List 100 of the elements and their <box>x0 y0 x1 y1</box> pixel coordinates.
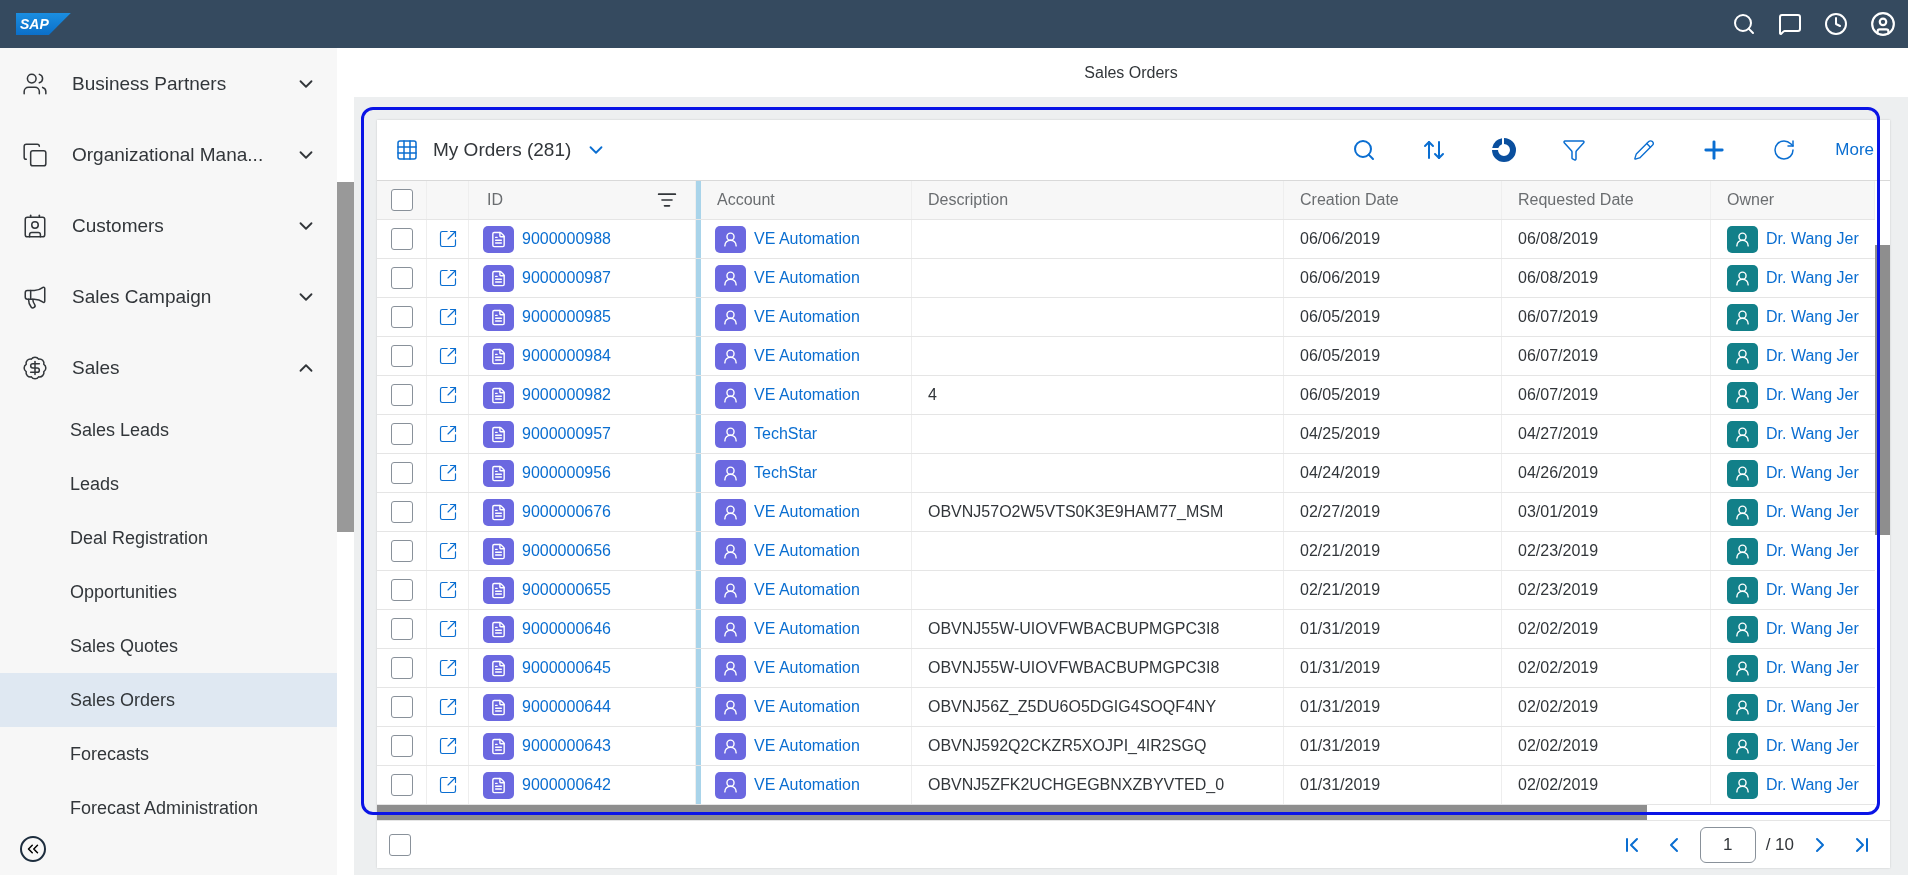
checkbox[interactable] <box>390 267 413 289</box>
checkbox[interactable] <box>390 345 413 367</box>
search-icon[interactable] <box>1352 138 1377 162</box>
owner-link[interactable]: Dr. Wang Jer <box>1766 698 1859 716</box>
owner-link[interactable]: Dr. Wang Jer <box>1766 425 1859 443</box>
owner-link[interactable]: Dr. Wang Jer <box>1766 737 1859 755</box>
column-header[interactable]: Account <box>717 191 775 209</box>
column-header[interactable]: Creation Date <box>1300 191 1399 209</box>
account-link[interactable]: TechStar <box>754 464 818 482</box>
account-link[interactable]: VE Automation <box>754 620 860 638</box>
order-id-link[interactable]: 9000000644 <box>522 698 611 716</box>
sidebar-subitem[interactable]: Leads <box>0 457 337 511</box>
account-link[interactable]: VE Automation <box>754 347 860 365</box>
owner-link[interactable]: Dr. Wang Jer <box>1766 620 1859 638</box>
open-icon[interactable] <box>437 658 458 678</box>
checkbox[interactable] <box>390 579 413 601</box>
order-id-link[interactable]: 9000000645 <box>522 659 611 677</box>
more-button[interactable]: More <box>1831 136 1878 164</box>
open-icon[interactable] <box>437 541 458 561</box>
owner-link[interactable]: Dr. Wang Jer <box>1766 230 1859 248</box>
sidebar-subitem[interactable]: Sales Leads <box>0 403 337 457</box>
order-id-link[interactable]: 9000000957 <box>522 425 611 443</box>
order-id-link[interactable]: 9000000985 <box>522 308 611 326</box>
open-icon[interactable] <box>437 697 458 717</box>
sidebar-item[interactable]: Business Partners <box>0 48 337 119</box>
order-id-link[interactable]: 9000000956 <box>522 464 611 482</box>
order-id-link[interactable]: 9000000643 <box>522 737 611 755</box>
owner-link[interactable]: Dr. Wang Jer <box>1766 386 1859 404</box>
account-link[interactable]: VE Automation <box>754 776 860 794</box>
order-id-link[interactable]: 9000000646 <box>522 620 611 638</box>
order-id-link[interactable]: 9000000656 <box>522 542 611 560</box>
sidebar-subitem[interactable]: Forecasts <box>0 727 337 781</box>
checkbox[interactable] <box>390 774 413 796</box>
account-link[interactable]: VE Automation <box>754 542 860 560</box>
refresh-icon[interactable] <box>1772 138 1797 162</box>
account-link[interactable]: VE Automation <box>754 581 860 599</box>
sidebar-subitem[interactable]: Sales Orders <box>0 673 337 727</box>
checkbox[interactable] <box>390 306 413 328</box>
user-icon[interactable] <box>1870 11 1896 37</box>
owner-link[interactable]: Dr. Wang Jer <box>1766 308 1859 326</box>
checkbox[interactable] <box>390 423 413 445</box>
owner-link[interactable]: Dr. Wang Jer <box>1766 542 1859 560</box>
checkbox[interactable] <box>390 696 413 718</box>
sidebar-subitem[interactable]: Forecast Administration <box>0 781 337 823</box>
account-link[interactable]: VE Automation <box>754 386 860 404</box>
open-icon[interactable] <box>437 502 458 522</box>
account-link[interactable]: VE Automation <box>754 698 860 716</box>
open-icon[interactable] <box>437 580 458 600</box>
account-link[interactable]: VE Automation <box>754 269 860 287</box>
checkbox[interactable] <box>390 501 413 523</box>
speech-bubble-icon[interactable] <box>1778 12 1802 36</box>
order-id-link[interactable]: 9000000982 <box>522 386 611 404</box>
owner-link[interactable]: Dr. Wang Jer <box>1766 464 1859 482</box>
checkbox[interactable] <box>390 540 413 562</box>
column-header[interactable]: Requested Date <box>1518 191 1634 209</box>
view-title[interactable]: My Orders (281) <box>433 139 572 161</box>
owner-link[interactable]: Dr. Wang Jer <box>1766 503 1859 521</box>
owner-link[interactable]: Dr. Wang Jer <box>1766 659 1859 677</box>
clock-icon[interactable] <box>1824 12 1848 36</box>
open-icon[interactable] <box>437 346 458 366</box>
scrollbar-thumb[interactable] <box>337 182 354 532</box>
order-id-link[interactable]: 9000000655 <box>522 581 611 599</box>
pencil-icon[interactable] <box>1633 139 1656 161</box>
column-header[interactable]: ID <box>487 191 503 209</box>
collapse-icon[interactable] <box>20 836 46 862</box>
order-id-link[interactable]: 9000000642 <box>522 776 611 794</box>
sidebar-item[interactable]: Customers <box>0 190 337 261</box>
open-icon[interactable] <box>437 229 458 249</box>
column-header[interactable]: Owner <box>1727 191 1775 209</box>
open-icon[interactable] <box>437 307 458 327</box>
open-icon[interactable] <box>437 463 458 483</box>
open-icon[interactable] <box>437 775 458 795</box>
column-header[interactable]: Description <box>928 191 1009 209</box>
checkbox[interactable] <box>390 462 413 484</box>
open-icon[interactable] <box>437 619 458 639</box>
order-id-link[interactable]: 9000000987 <box>522 269 611 287</box>
open-icon[interactable] <box>437 385 458 405</box>
sidebar-subitem[interactable]: Sales Quotes <box>0 619 337 673</box>
sidebar-item[interactable]: Organizational Mana... <box>0 119 337 190</box>
checkbox[interactable] <box>390 384 413 406</box>
sidebar-subitem[interactable]: Opportunities <box>0 565 337 619</box>
owner-link[interactable]: Dr. Wang Jer <box>1766 776 1859 794</box>
filter-icon[interactable] <box>1562 138 1587 162</box>
owner-link[interactable]: Dr. Wang Jer <box>1766 581 1859 599</box>
owner-link[interactable]: Dr. Wang Jer <box>1766 347 1859 365</box>
sidebar-item[interactable]: Sales <box>0 332 337 403</box>
checkbox[interactable] <box>390 618 413 640</box>
account-link[interactable]: VE Automation <box>754 503 860 521</box>
account-link[interactable]: VE Automation <box>754 659 860 677</box>
sort-icon[interactable] <box>1422 138 1447 162</box>
account-link[interactable]: VE Automation <box>754 308 860 326</box>
account-link[interactable]: TechStar <box>754 425 818 443</box>
filter-icon[interactable] <box>657 190 677 210</box>
checkbox[interactable] <box>390 657 413 679</box>
search-icon[interactable] <box>1732 12 1756 36</box>
table-view-icon[interactable] <box>395 138 419 162</box>
order-id-link[interactable]: 9000000984 <box>522 347 611 365</box>
checkbox[interactable] <box>389 833 411 856</box>
open-icon[interactable] <box>437 424 458 444</box>
checkbox[interactable] <box>390 228 413 250</box>
